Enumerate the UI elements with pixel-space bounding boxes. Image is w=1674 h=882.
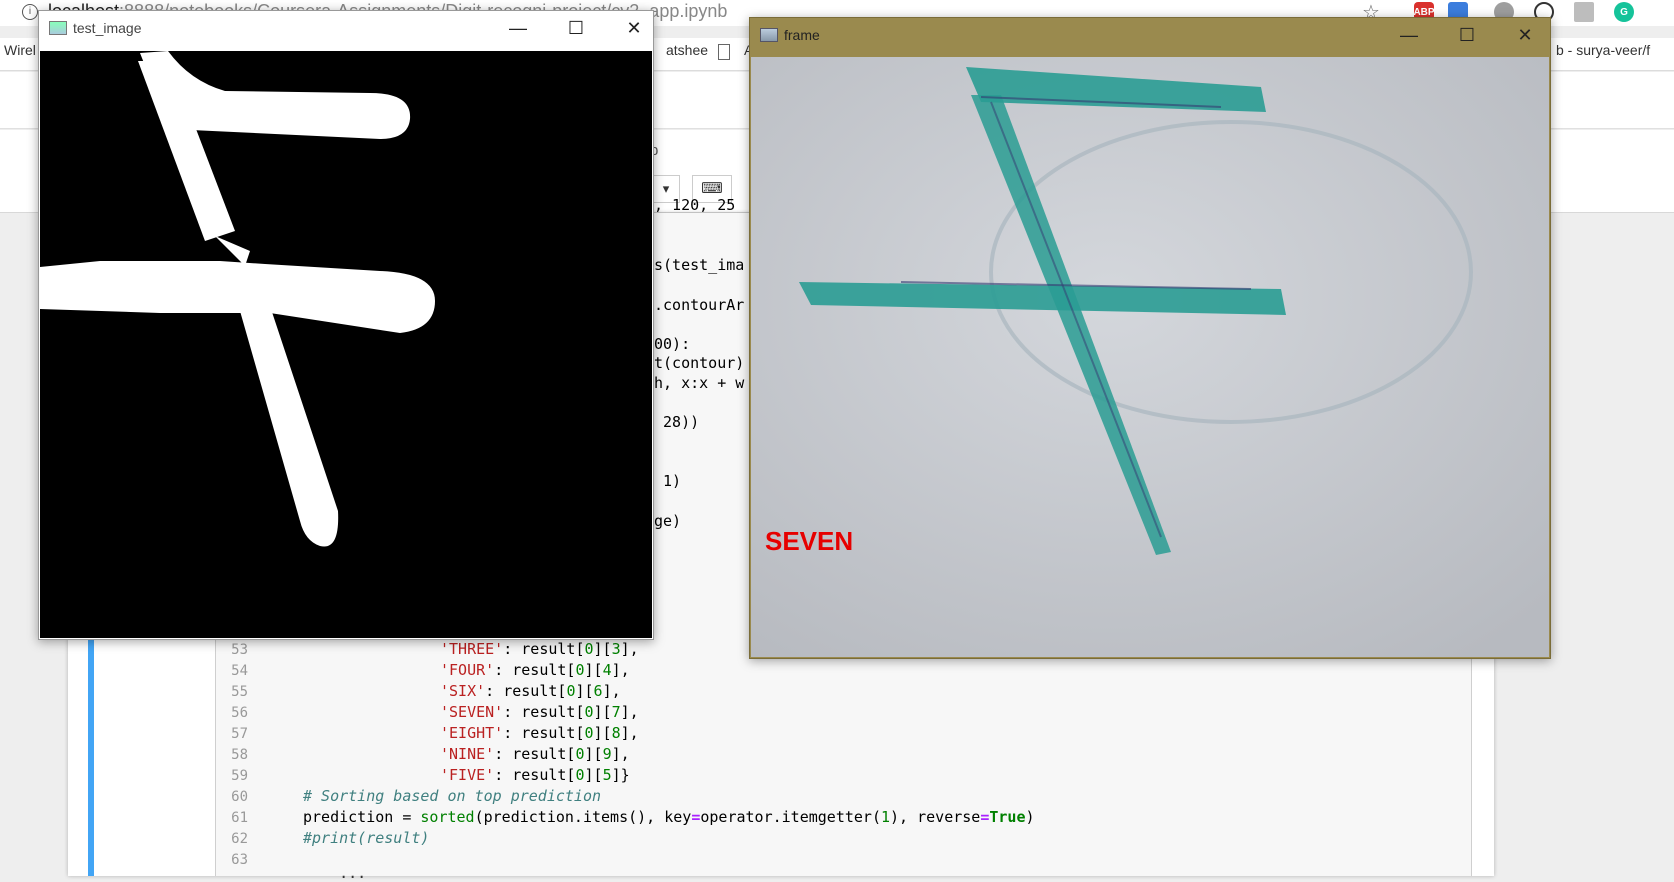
code-fragment: t(contour) [654, 354, 745, 372]
line-number: 53 [231, 642, 248, 658]
close-button[interactable]: ✕ [1502, 20, 1548, 50]
window-icon [760, 28, 778, 42]
dict-key: 'EIGHT' [440, 724, 504, 742]
dict-index: 5 [602, 766, 612, 784]
code-line-sorted: prediction = sorted(prediction.items(), … [303, 808, 1035, 826]
code-line-dict-entry: 'SEVEN': result[0][7], [440, 703, 639, 721]
webcam-drawing [751, 57, 1549, 657]
drive-icon[interactable] [1574, 2, 1594, 22]
dict-key: 'THREE' [440, 640, 504, 658]
code-fragment: h, x:x + w [654, 374, 745, 392]
code-line-dict-entry: 'EIGHT': result[0][8], [440, 724, 639, 742]
code-line-dict-entry: 'FIVE': result[0][5]} [440, 766, 630, 784]
line-number: 59 [231, 768, 248, 784]
code-comment-sort: # Sorting based on top prediction [303, 787, 602, 805]
window-title: test_image [73, 20, 142, 36]
line-number: 63 [231, 852, 248, 868]
keyboard-icon: ⌨ [701, 180, 723, 197]
code-line-dict-entry: 'NINE': result[0][9], [440, 745, 630, 763]
binary-digit-image [40, 51, 652, 638]
close-button[interactable]: ✕ [611, 13, 657, 43]
maximize-button[interactable]: ☐ [1444, 20, 1490, 50]
maximize-button[interactable]: ☐ [553, 13, 599, 43]
dict-index: 7 [611, 703, 621, 721]
minimize-button[interactable]: — [495, 13, 541, 43]
digit-stroke-image [40, 51, 435, 547]
line-number: 54 [231, 663, 248, 679]
window-icon [49, 21, 67, 35]
dict-index: 4 [602, 661, 612, 679]
dict-index: 9 [602, 745, 612, 763]
line-number: 58 [231, 747, 248, 763]
selected-cell-indicator [88, 600, 94, 876]
code-fragment: 00): [654, 335, 691, 353]
code-fragment: 28)) [654, 413, 700, 431]
line-number: 62 [231, 831, 248, 847]
code-fragment: , 120, 25 [654, 196, 736, 214]
line-number: 56 [231, 705, 248, 721]
chevron-down-icon: ▾ [662, 181, 670, 196]
page-icon [718, 44, 730, 60]
code-line-dict-entry: 'THREE': result[0][3], [440, 640, 639, 658]
bookmark-item[interactable]: Wirel [4, 42, 36, 58]
dict-key: 'FIVE' [440, 766, 495, 784]
dict-key: 'SEVEN' [440, 703, 504, 721]
frame-window[interactable]: frame — ☐ ✕ SEVEN [749, 17, 1551, 659]
dict-key: 'FOUR' [440, 661, 495, 679]
code-line-dict-entry: 'SIX': result[0][6], [440, 682, 621, 700]
code-cut-line: ... [303, 864, 367, 882]
dict-index: 8 [611, 724, 621, 742]
line-number: 61 [231, 810, 248, 826]
info-icon[interactable]: i [22, 4, 38, 20]
line-number: 60 [231, 789, 248, 805]
code-comment-print: #print(result) [303, 829, 430, 847]
line-number: 57 [231, 726, 248, 742]
test-image-window[interactable]: test_image — ☐ ✕ [38, 10, 654, 640]
code-fragment: .contourAr [654, 296, 745, 314]
code-line-dict-entry: 'FOUR': result[0][4], [440, 661, 630, 679]
code-fragment: ge) [654, 512, 682, 530]
webcam-frame: SEVEN [751, 57, 1549, 657]
window-title: frame [784, 27, 820, 43]
minimize-button[interactable]: — [1386, 20, 1432, 50]
dict-index: 6 [593, 682, 603, 700]
dict-key: 'NINE' [440, 745, 495, 763]
prediction-label: SEVEN [765, 526, 854, 556]
dict-index: 3 [611, 640, 621, 658]
bookmark-item[interactable]: atshee [666, 42, 708, 58]
line-number: 55 [231, 684, 248, 700]
grammarly-icon[interactable]: G [1614, 2, 1634, 22]
bookmark-item[interactable]: b - surya-veer/f [1556, 42, 1650, 58]
dict-key: 'SIX' [440, 682, 486, 700]
code-fragment: 1) [654, 472, 682, 490]
code-fragment: s(test_ima [654, 256, 745, 274]
